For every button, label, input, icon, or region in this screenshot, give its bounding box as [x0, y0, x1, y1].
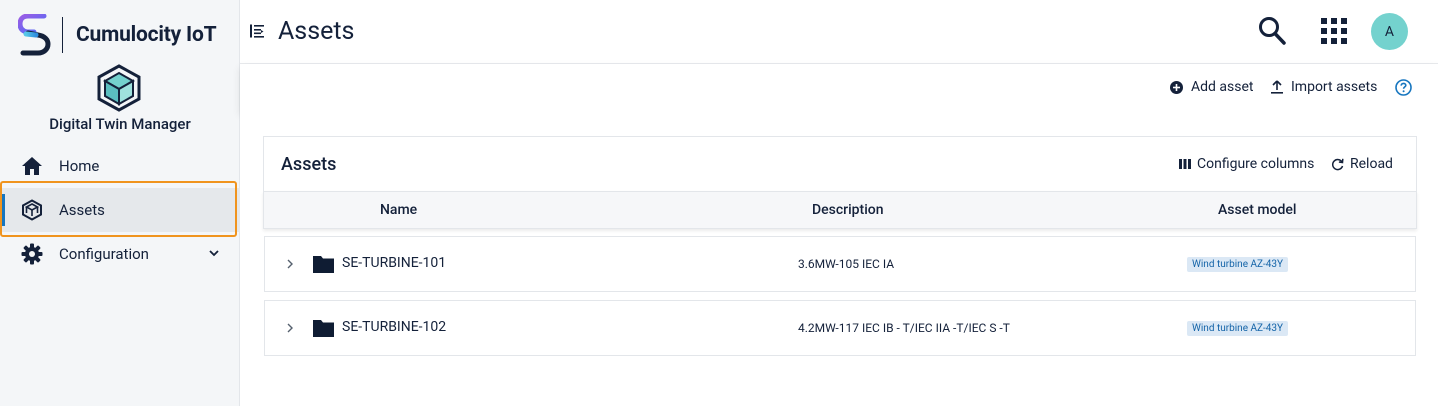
asset-name[interactable]: SE-TURBINE-102: [342, 319, 446, 335]
add-asset-label: Add asset: [1191, 79, 1254, 95]
chevron-right-icon[interactable]: [285, 258, 295, 270]
reload-icon: [1331, 158, 1344, 170]
app-name: Digital Twin Manager: [49, 115, 191, 133]
action-bar: Add asset Import assets: [240, 64, 1438, 111]
reload-label: Reload: [1350, 156, 1393, 172]
chevron-right-icon[interactable]: [285, 322, 295, 334]
configure-columns-button[interactable]: Configure columns: [1179, 156, 1314, 172]
user-avatar[interactable]: A: [1371, 13, 1408, 50]
sidebar-nav: Home Assets Configuration: [0, 144, 240, 276]
sidebar-item-label: Configuration: [59, 245, 149, 263]
sidebar-item-assets[interactable]: Assets: [0, 188, 240, 232]
table-row[interactable]: SE-TURBINE-102 4.2MW-117 IEC IB - T/IEC …: [264, 300, 1416, 356]
asset-model-badge: Wind turbine AZ-43Y: [1187, 257, 1288, 272]
chevron-down-icon[interactable]: [208, 247, 220, 259]
cube-icon: [20, 198, 44, 222]
columns-icon: [1179, 159, 1191, 169]
brand-name: Cumulocity IoT: [76, 23, 217, 47]
home-icon: [20, 154, 44, 178]
column-header-description[interactable]: Description: [812, 202, 884, 218]
sidebar-toggle-icon[interactable]: [250, 24, 264, 38]
add-asset-button[interactable]: Add asset: [1170, 79, 1253, 95]
upload-icon: [1271, 80, 1283, 94]
import-assets-button[interactable]: Import assets: [1271, 79, 1377, 95]
asset-model-badge: Wind turbine AZ-43Y: [1187, 321, 1288, 336]
brand[interactable]: Cumulocity IoT: [18, 14, 217, 56]
brand-divider: [62, 17, 63, 53]
card-title: Assets: [281, 154, 337, 175]
sidebar: Cumulocity IoT Digital Twin Manager Home: [0, 0, 240, 406]
sidebar-item-label: Assets: [59, 201, 105, 219]
main-content: Assets Configure columns Reload Name Des…: [240, 111, 1438, 406]
digital-twin-cube-icon: [97, 64, 141, 112]
apps-grid-icon[interactable]: [1321, 18, 1347, 44]
folder-icon: [313, 320, 334, 337]
column-header-name[interactable]: Name: [380, 202, 417, 218]
folder-icon: [313, 256, 334, 273]
search-icon[interactable]: [1258, 16, 1286, 46]
sidebar-item-configuration[interactable]: Configuration: [0, 232, 240, 276]
app-root: Cumulocity IoT Digital Twin Manager Home: [0, 0, 1438, 406]
plus-circle-icon: [1170, 80, 1183, 94]
asset-description: 4.2MW-117 IEC IB - T/IEC IIA -T/IEC S -T: [798, 321, 1010, 335]
sidebar-item-label: Home: [59, 157, 100, 175]
top-header: Assets A: [240, 0, 1438, 64]
asset-description: 3.6MW-105 IEC IA: [798, 257, 895, 271]
column-header-asset-model[interactable]: Asset model: [1218, 202, 1296, 218]
page-title: Assets: [278, 17, 355, 46]
help-circle-icon[interactable]: [1395, 79, 1412, 96]
asset-name[interactable]: SE-TURBINE-101: [342, 255, 446, 271]
gear-icon: [20, 242, 44, 266]
table-row[interactable]: SE-TURBINE-101 3.6MW-105 IEC IA Wind tur…: [264, 236, 1416, 292]
reload-button[interactable]: Reload: [1331, 156, 1393, 172]
cumulocity-logo-icon: [18, 14, 51, 56]
import-assets-label: Import assets: [1291, 79, 1378, 95]
sidebar-item-home[interactable]: Home: [0, 144, 240, 188]
configure-columns-label: Configure columns: [1197, 156, 1315, 172]
table-header: Name Description Asset model: [263, 191, 1417, 229]
